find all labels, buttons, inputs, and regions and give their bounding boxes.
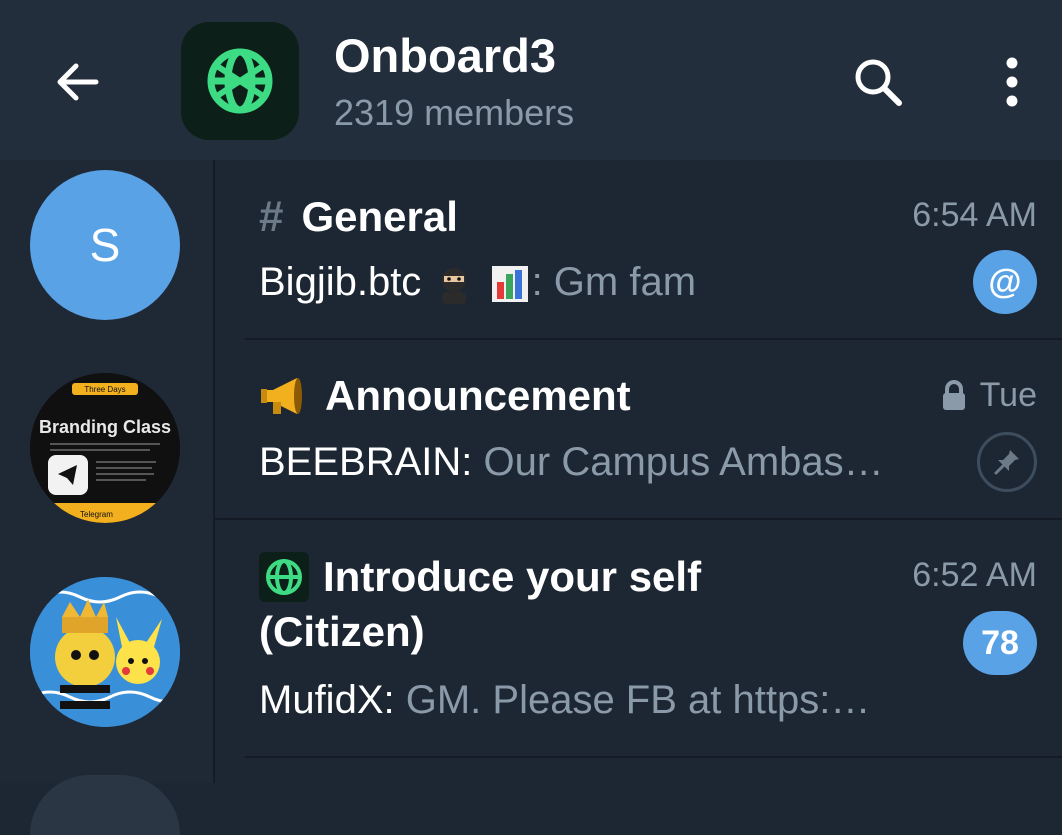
topic-time-row: Tue	[940, 376, 1037, 415]
group-avatar[interactable]	[181, 22, 299, 140]
arrow-left-icon	[57, 63, 99, 101]
avatar-initial: S	[89, 219, 121, 271]
chat-avatar-branding-class[interactable]: Three Days Branding Class Telegram	[30, 373, 180, 523]
group-title: Onboard3	[334, 29, 556, 82]
topic-title-row: Announcement	[259, 372, 631, 420]
topic-preview: MufidX: GM. Please FB at https:…	[259, 678, 939, 723]
more-options-button[interactable]	[990, 50, 1034, 114]
topic-title-row: # General	[259, 192, 458, 242]
search-icon	[855, 59, 902, 106]
hash-icon: #	[259, 192, 284, 241]
topic-message: GM. Please FB at https:…	[394, 678, 871, 722]
topic-item-general[interactable]: # General 6:54 AM Bigjib.btc: Gm fam @	[215, 160, 1062, 340]
bee-pikachu-image	[30, 577, 180, 727]
topic-divider	[245, 756, 1062, 758]
chat-sidebar: S Three Days Branding Class Telegram	[0, 160, 215, 835]
branding-main-text: Branding Class	[39, 417, 171, 437]
pin-icon	[994, 450, 1019, 475]
topic-preview: Bigjib.btc : Gm fam	[259, 260, 939, 305]
topic-title-line2: (Citizen)	[259, 608, 425, 655]
more-vertical-icon	[1006, 57, 1018, 107]
topic-message: Our Campus Ambas…	[472, 440, 884, 484]
topic-time: 6:52 AM	[912, 556, 1037, 594]
mention-badge[interactable]: @	[973, 250, 1037, 314]
chat-avatar-s[interactable]: S	[30, 170, 180, 320]
unread-count-badge[interactable]: 78	[963, 611, 1037, 675]
pinned-badge[interactable]	[977, 432, 1037, 492]
topic-item-introduce[interactable]: Introduce your self (Citizen) 6:52 AM Mu…	[215, 520, 1062, 758]
at-icon: @	[988, 262, 1022, 301]
onboard3-logo-icon	[207, 48, 273, 114]
lock-icon	[940, 379, 968, 412]
topic-time: 6:54 AM	[912, 196, 1037, 234]
topic-title: General	[301, 193, 458, 240]
topic-preview: BEEBRAIN: Our Campus Ambas…	[259, 440, 939, 485]
branding-class-image: Three Days Branding Class Telegram	[30, 373, 180, 523]
member-count: 2319 members	[334, 92, 575, 133]
megaphone-icon	[259, 374, 307, 418]
onboard3-logo-icon	[259, 552, 309, 602]
topic-title: Introduce your self	[323, 553, 702, 600]
topic-sender: BEEBRAIN:	[259, 440, 473, 484]
topic-message: : Gm fam	[531, 260, 697, 304]
branding-bottom-text: Telegram	[80, 510, 113, 519]
branding-top-text: Three Days	[84, 385, 125, 394]
ninja-emoji-icon	[434, 264, 474, 305]
back-button[interactable]	[48, 52, 108, 112]
topic-sender: MufidX:	[259, 678, 395, 722]
topic-item-announcement[interactable]: Announcement Tue BEEBRAIN: Our Campus Am…	[215, 340, 1062, 520]
topics-list: # General 6:54 AM Bigjib.btc: Gm fam @ …	[215, 160, 1062, 783]
topic-title-row: Introduce your self	[259, 552, 701, 602]
topic-time: Tue	[979, 376, 1037, 414]
search-button[interactable]	[846, 50, 910, 114]
bar-chart-emoji-icon	[490, 264, 530, 304]
topic-sender: Bigjib.btc	[259, 260, 422, 304]
chat-avatar-bee[interactable]	[30, 577, 180, 727]
chat-avatar-partial[interactable]	[30, 775, 180, 835]
topic-title: Announcement	[325, 372, 631, 419]
chat-header: Onboard3 2319 members	[0, 0, 1062, 160]
